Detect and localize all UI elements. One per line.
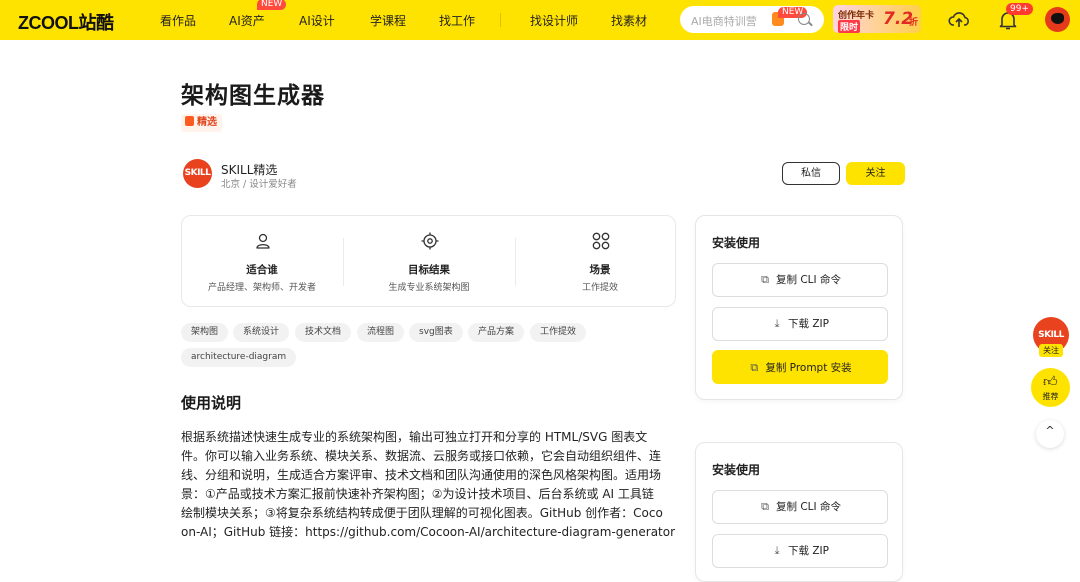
copy-icon: ⧉ <box>761 273 769 286</box>
promo-banner[interactable]: 创作年卡 限时 7.2 折 <box>833 5 921 33</box>
zcool-logo[interactable]: ZCOOL站酷 <box>18 9 114 35</box>
copy-icon: ⧉ <box>761 500 769 513</box>
author-avatar[interactable]: SKILL <box>183 159 212 188</box>
info-goal: 目标结果 生成专业系统架构图 <box>349 216 509 308</box>
tag-chip[interactable]: 架构图 <box>181 323 229 342</box>
featured-label: 精选 <box>197 117 217 128</box>
usage-line: 根据系统描述快速生成专业的系统架构图，输出可独立打开和分享的 HTML/SVG … <box>181 430 648 444</box>
usage-line: 绘制模块关系；③将复杂系统结构转成便于团队理解的可视化图表。GitHub 创作者… <box>181 506 663 520</box>
install-title: 安装使用 <box>712 236 761 250</box>
download-icon: ⤓ <box>774 317 780 330</box>
install-card-sticky: 安装使用 ⧉ 复制 CLI 命令 ⤓ 下载 ZIP <box>695 442 903 582</box>
user-icon <box>256 233 270 249</box>
copy-cli-label: 复制 CLI 命令 <box>776 274 841 286</box>
nav-item-designers[interactable]: 找设计师 <box>530 12 578 29</box>
tag-chip[interactable]: svg图表 <box>409 323 463 342</box>
tag-chip[interactable]: 技术文档 <box>295 323 352 342</box>
copy-icon: ⧉ <box>750 361 759 374</box>
divider <box>515 238 516 286</box>
nav-item-courses[interactable]: 学课程 <box>370 12 406 29</box>
recommend-button[interactable]: 👍︎ 推荐 <box>1031 368 1070 407</box>
thumbs-up-icon: 👍︎ <box>1043 374 1058 390</box>
nav-item-ai-design[interactable]: AI设计 <box>299 12 335 29</box>
info-audience: 适合谁 产品经理、架构师、开发者 <box>182 216 342 308</box>
nav-divider <box>500 13 501 27</box>
tag-chip[interactable]: 工作提效 <box>530 323 587 342</box>
info-audience-desc: 产品经理、架构师、开发者 <box>207 283 316 293</box>
info-scenario-desc: 工作提效 <box>581 283 618 293</box>
download-icon: ⤓ <box>774 544 780 557</box>
new-badge: NEW <box>257 0 287 10</box>
back-to-top-button[interactable]: ^ <box>1036 420 1064 448</box>
target-icon <box>421 232 439 250</box>
nav-item-works[interactable]: 看作品 <box>160 12 196 29</box>
nav-item-jobs[interactable]: 找工作 <box>439 12 475 29</box>
divider <box>343 238 344 286</box>
search-icon[interactable] <box>798 13 810 25</box>
promo-limited: 限时 <box>838 20 861 33</box>
bookmark-icon <box>185 116 194 126</box>
install-title: 安装使用 <box>712 463 761 477</box>
download-zip-button[interactable]: ⤓ 下载 ZIP <box>712 534 888 568</box>
page-title: 架构图生成器 <box>181 83 325 109</box>
message-button[interactable]: 私信 <box>782 162 840 185</box>
top-navbar: ZCOOL站酷 看作品 AI资产 NEW AI设计 学课程 找工作 找设计师 找… <box>0 0 1080 40</box>
copy-cli-button[interactable]: ⧉ 复制 CLI 命令 <box>712 263 888 297</box>
info-goal-desc: 生成专业系统架构图 <box>388 283 470 293</box>
usage-line: 景：①产品或技术方案汇报前快速补齐架构图；②为设计技术项目、后台系统或 AI 工… <box>181 487 654 501</box>
copy-cli-label: 复制 CLI 命令 <box>776 501 841 513</box>
copy-prompt-label: 复制 Prompt 安装 <box>765 362 852 374</box>
download-zip-label: 下载 ZIP <box>788 318 829 330</box>
info-audience-title: 适合谁 <box>246 264 278 276</box>
tag-chip[interactable]: 产品方案 <box>468 323 525 342</box>
usage-line: 线、分组和说明，生成适合方案评审、技术文档和团队沟通使用的深色风格架构图。适用场 <box>181 468 662 482</box>
search-input[interactable]: AI电商特训营 <box>691 13 757 29</box>
info-scenario-title: 场景 <box>589 264 611 276</box>
info-goal-title: 目标结果 <box>408 264 450 276</box>
grid-icon <box>592 232 610 250</box>
follow-button[interactable]: 关注 <box>846 162 905 185</box>
download-zip-label: 下载 ZIP <box>788 545 829 557</box>
usage-line: 件。你可以输入业务系统、模块关系、数据流、云服务或接口依赖，它会自动组织组件、连 <box>181 449 662 463</box>
author-location: 北京 / 设计爱好者 <box>221 179 297 190</box>
info-scenario: 场景 工作提效 <box>520 216 680 308</box>
usage-line: on-AI；GitHub 链接：https://github.com/Cocoo… <box>181 525 676 539</box>
search-box[interactable]: AI电商特训营 NEW <box>680 6 824 33</box>
tag-chip[interactable]: 流程图 <box>357 323 405 342</box>
usage-heading: 使用说明 <box>181 394 242 412</box>
tag-chip[interactable]: architecture-diagram <box>181 348 297 367</box>
user-avatar[interactable] <box>1045 7 1070 32</box>
copy-prompt-button[interactable]: ⧉ 复制 Prompt 安装 <box>712 350 888 384</box>
promo-discount-unit: 折 <box>909 18 919 28</box>
nav-item-ai-assets[interactable]: AI资产 <box>229 12 265 29</box>
upload-icon[interactable] <box>948 9 970 31</box>
tag-chip[interactable]: 系统设计 <box>233 323 290 342</box>
floating-follow-button[interactable]: 关注 <box>1039 344 1063 357</box>
copy-cli-button[interactable]: ⧉ 复制 CLI 命令 <box>712 490 888 524</box>
recommend-label: 推荐 <box>1042 392 1059 401</box>
info-card: 适合谁 产品经理、架构师、开发者 目标结果 生成专业系统架构图 场景 工作提效 <box>181 215 676 307</box>
featured-badge: 精选 <box>181 114 222 132</box>
nav-item-materials[interactable]: 找素材 <box>611 12 647 29</box>
usage-description: 根据系统描述快速生成专业的系统架构图，输出可独立打开和分享的 HTML/SVG … <box>181 428 676 542</box>
notification-badge: 99+ <box>1006 3 1033 15</box>
install-card: 安装使用 ⧉ 复制 CLI 命令 ⤓ 下载 ZIP ⧉ 复制 Prompt 安装 <box>695 215 903 400</box>
download-zip-button[interactable]: ⤓ 下载 ZIP <box>712 307 888 341</box>
